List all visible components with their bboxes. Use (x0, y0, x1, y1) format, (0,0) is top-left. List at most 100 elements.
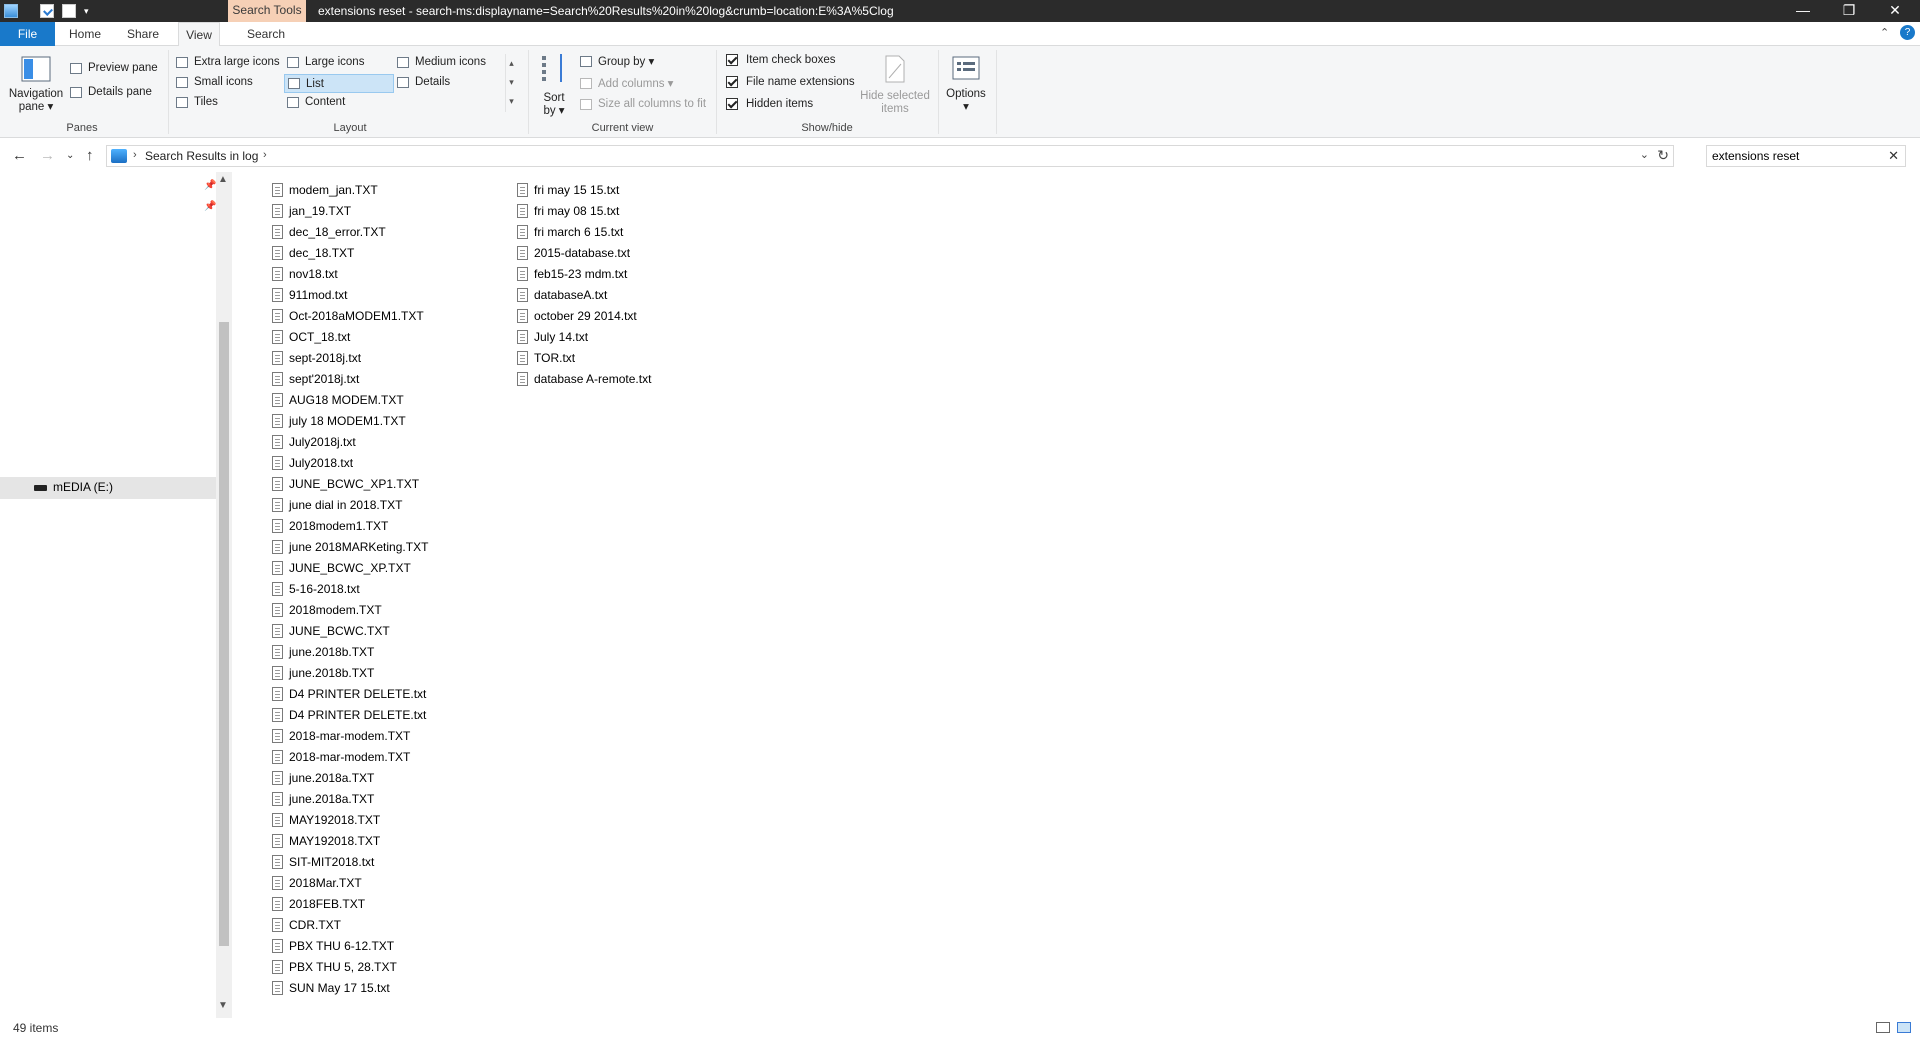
file-item[interactable]: SIT-MIT2018.txt (272, 851, 428, 872)
file-item[interactable]: 2018modem.TXT (272, 599, 428, 620)
scroll-down-arrow-icon[interactable]: ▼ (218, 1000, 228, 1011)
breadcrumb-chevron-icon[interactable]: › (133, 149, 137, 161)
file-item[interactable]: JUNE_BCWC_XP1.TXT (272, 473, 428, 494)
help-icon[interactable]: ? (1900, 25, 1915, 40)
file-item[interactable]: 2018-mar-modem.TXT (272, 746, 428, 767)
item-check-boxes-checkbox[interactable] (726, 54, 738, 66)
tiles-option[interactable]: Tiles (176, 96, 218, 108)
close-button[interactable]: ✕ (1872, 0, 1918, 22)
hide-selected-items-button[interactable]: Hide selected items (858, 54, 932, 116)
add-columns-button[interactable]: Add columns ▾ (580, 76, 673, 90)
file-item[interactable]: MAY192018.TXT (272, 809, 428, 830)
back-arrow-icon[interactable]: ← (12, 147, 27, 164)
tab-search[interactable]: Search (236, 22, 296, 46)
scrollbar-thumb[interactable] (219, 322, 229, 946)
sort-by-button[interactable]: Sort by ▾ (536, 52, 572, 118)
file-item[interactable]: PBX THU 6-12.TXT (272, 935, 428, 956)
forward-arrow-icon[interactable]: → (40, 147, 55, 164)
file-item[interactable]: 2018modem1.TXT (272, 515, 428, 536)
recent-locations-chevron-icon[interactable]: ⌄ (66, 150, 74, 161)
search-input[interactable]: extensions reset ✕ (1706, 145, 1906, 167)
file-item[interactable]: July 14.txt (517, 326, 651, 347)
file-item[interactable]: 5-16-2018.txt (272, 578, 428, 599)
file-item[interactable]: fri may 08 15.txt (517, 200, 651, 221)
file-item[interactable]: OCT_18.txt (272, 326, 428, 347)
details-pane-button[interactable]: Details pane (70, 86, 152, 98)
file-item[interactable]: D4 PRINTER DELETE.txt (272, 683, 428, 704)
details-option[interactable]: Details (397, 76, 450, 88)
file-item[interactable]: modem_jan.TXT (272, 179, 428, 200)
hidden-items-checkbox[interactable] (726, 98, 738, 110)
file-item[interactable]: dec_18.TXT (272, 242, 428, 263)
file-item[interactable]: june.2018a.TXT (272, 788, 428, 809)
file-item[interactable]: sept'2018j.txt (272, 368, 428, 389)
file-item[interactable]: AUG18 MODEM.TXT (272, 389, 428, 410)
file-item[interactable]: sept-2018j.txt (272, 347, 428, 368)
file-item[interactable]: nov18.txt (272, 263, 428, 284)
file-item[interactable]: 2018Mar.TXT (272, 872, 428, 893)
file-item[interactable]: jan_19.TXT (272, 200, 428, 221)
file-item[interactable]: CDR.TXT (272, 914, 428, 935)
size-all-columns-button[interactable]: Size all columns to fit (580, 98, 706, 110)
large-icons-option[interactable]: Large icons (287, 56, 364, 68)
scroll-up-arrow-icon[interactable]: ▲ (218, 174, 228, 185)
file-item[interactable]: 911mod.txt (272, 284, 428, 305)
navigation-pane-button[interactable]: Navigation pane ▾ (6, 56, 66, 114)
medium-icons-option[interactable]: Medium icons (397, 56, 486, 68)
group-by-button[interactable]: Group by ▾ (580, 54, 654, 68)
options-button[interactable]: Options ▾ (942, 56, 990, 114)
file-item[interactable]: Oct-2018aMODEM1.TXT (272, 305, 428, 326)
file-item[interactable]: feb15-23 mdm.txt (517, 263, 651, 284)
file-item[interactable]: 2018-mar-modem.TXT (272, 725, 428, 746)
tab-share[interactable]: Share (120, 22, 166, 46)
address-bar[interactable]: › Search Results in log › ⌄ ↻ (106, 145, 1674, 167)
layout-gallery-scroll[interactable]: ▴ ▾ ▾ (505, 54, 517, 112)
file-item[interactable]: october 29 2014.txt (517, 305, 651, 326)
file-item[interactable]: PBX THU 5, 28.TXT (272, 956, 428, 977)
up-arrow-icon[interactable]: ↑ (86, 147, 94, 164)
file-item[interactable]: june.2018b.TXT (272, 641, 428, 662)
nav-item-media-drive[interactable]: mEDIA (E:) (0, 477, 216, 499)
tab-view[interactable]: View (178, 22, 220, 47)
file-item[interactable]: D4 PRINTER DELETE.txt (272, 704, 428, 725)
refresh-icon[interactable]: ↻ (1657, 147, 1669, 164)
small-icons-option[interactable]: Small icons (176, 76, 253, 88)
file-item[interactable]: July2018j.txt (272, 431, 428, 452)
file-item[interactable]: TOR.txt (517, 347, 651, 368)
file-item[interactable]: July2018.txt (272, 452, 428, 473)
clear-search-icon[interactable]: ✕ (1888, 146, 1899, 166)
file-item[interactable]: june 2018MARKeting.TXT (272, 536, 428, 557)
details-view-toggle-icon[interactable] (1876, 1022, 1890, 1033)
file-name-extensions-checkbox[interactable] (726, 76, 738, 88)
new-folder-icon[interactable] (62, 4, 76, 18)
file-item[interactable]: july 18 MODEM1.TXT (272, 410, 428, 431)
extra-large-icons-option[interactable]: Extra large icons (176, 56, 280, 68)
tab-home[interactable]: Home (62, 22, 108, 46)
file-item[interactable]: 2015-database.txt (517, 242, 651, 263)
item-check-boxes-toggle[interactable]: Item check boxes (726, 54, 835, 66)
properties-icon[interactable] (40, 4, 54, 18)
file-item[interactable]: fri may 15 15.txt (517, 179, 651, 200)
file-item[interactable]: june.2018a.TXT (272, 767, 428, 788)
restore-button[interactable]: ❐ (1826, 0, 1872, 22)
breadcrumb-chevron-icon[interactable]: › (263, 149, 267, 161)
customize-quick-access-dropdown[interactable]: ▾ (84, 4, 92, 18)
file-name-extensions-toggle[interactable]: File name extensions (726, 76, 855, 88)
list-option[interactable]: List (284, 74, 394, 93)
file-item[interactable]: dec_18_error.TXT (272, 221, 428, 242)
file-item[interactable]: 2018FEB.TXT (272, 893, 428, 914)
minimize-button[interactable]: — (1780, 0, 1826, 22)
file-item[interactable]: fri march 6 15.txt (517, 221, 651, 242)
hidden-items-toggle[interactable]: Hidden items (726, 98, 813, 110)
collapse-ribbon-icon[interactable]: ⌃ (1880, 26, 1889, 39)
file-item[interactable]: JUNE_BCWC_XP.TXT (272, 557, 428, 578)
pin-icon[interactable]: 📌 (204, 180, 216, 191)
file-item[interactable]: databaseA.txt (517, 284, 651, 305)
file-item[interactable]: SUN May 17 15.txt (272, 977, 428, 998)
file-item[interactable]: june.2018b.TXT (272, 662, 428, 683)
file-item[interactable]: june dial in 2018.TXT (272, 494, 428, 515)
address-dropdown-icon[interactable]: ⌄ (1640, 148, 1649, 161)
content-option[interactable]: Content (287, 96, 345, 108)
tab-file[interactable]: File (0, 22, 55, 46)
file-item[interactable]: JUNE_BCWC.TXT (272, 620, 428, 641)
